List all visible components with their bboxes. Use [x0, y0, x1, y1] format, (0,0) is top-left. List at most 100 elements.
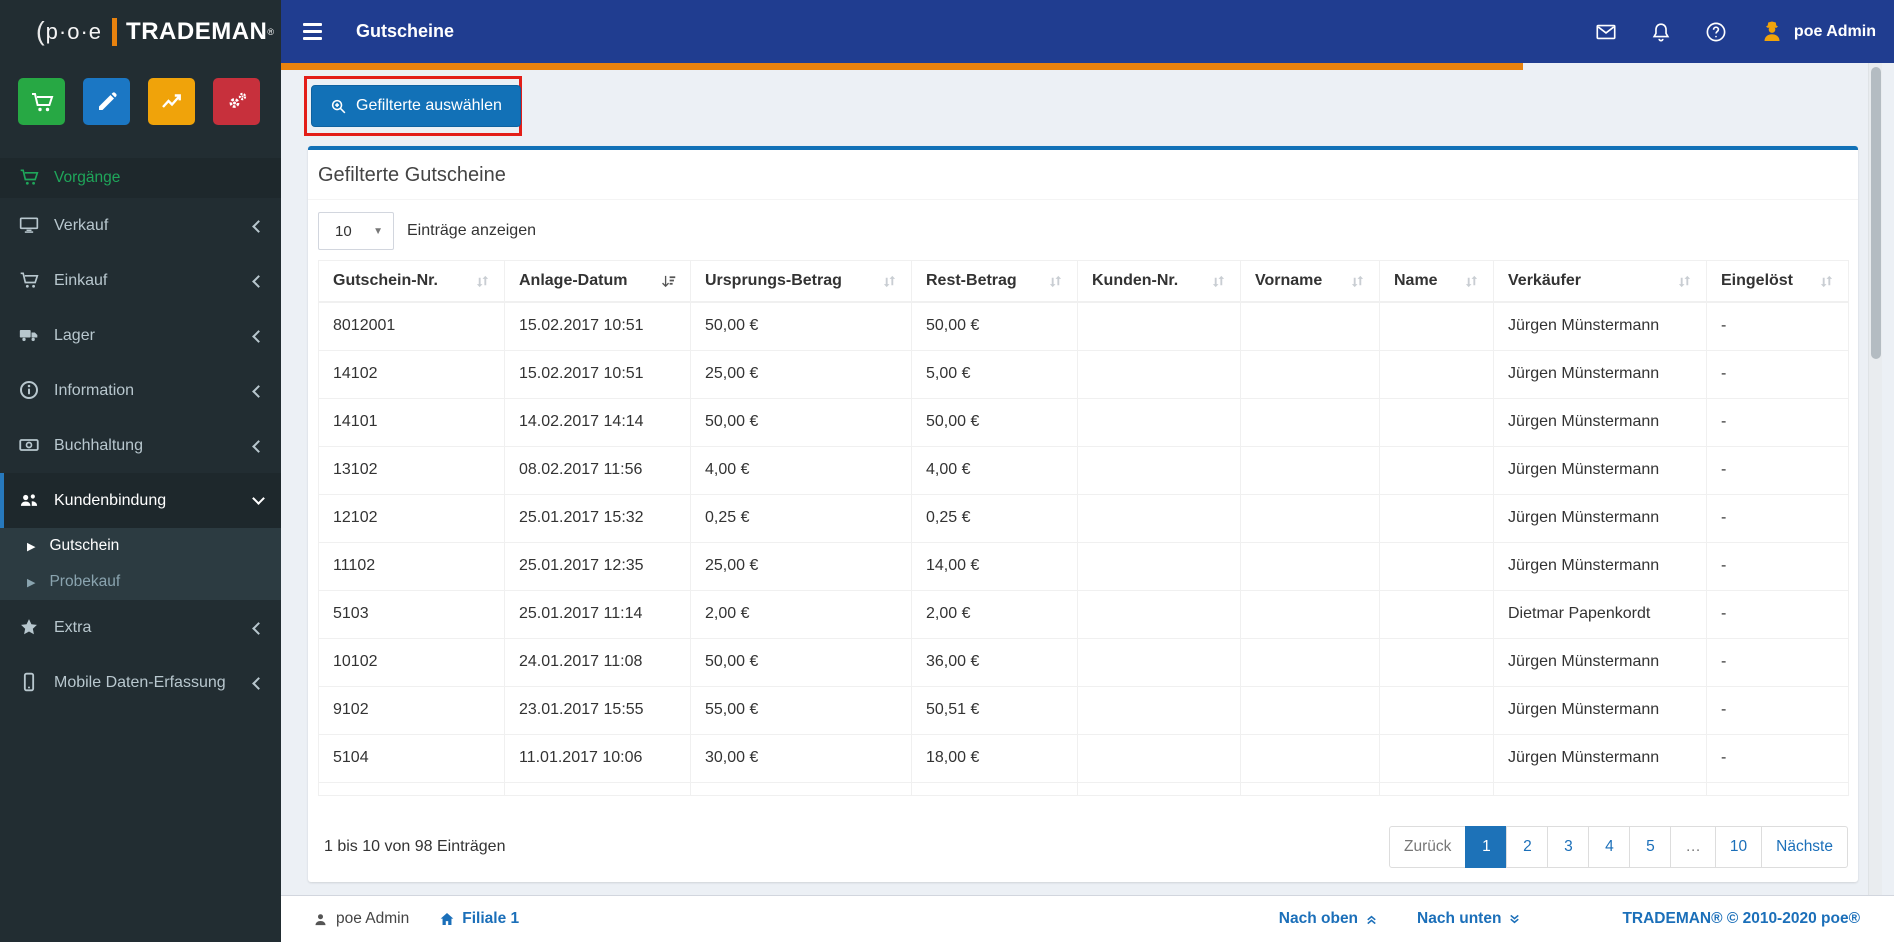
angle-double-up-icon — [1364, 912, 1379, 927]
messages-button[interactable] — [1595, 21, 1617, 43]
cell-seller: Jürgen Münstermann — [1493, 637, 1707, 687]
pagination: Zurück 1 2 3 4 5 … 10 Nächste — [1389, 825, 1848, 868]
filtered-vouchers-panel: Gefilterte Gutscheine 10 ▼ Einträge anze… — [308, 146, 1858, 882]
cell-first-name — [1240, 397, 1380, 447]
sidebar-item-mobile-daten-erfassung[interactable]: Mobile Daten-Erfassung — [0, 655, 281, 710]
bell-icon — [1650, 21, 1672, 43]
quick-chart-button[interactable] — [148, 78, 195, 125]
logo-pipe — [112, 17, 118, 46]
cart-icon — [19, 270, 41, 292]
sidebar-item-kundenbindung[interactable]: Kundenbindung — [0, 473, 281, 528]
quick-cart-button[interactable] — [18, 78, 65, 125]
entries-per-page-value: 10 — [335, 222, 352, 240]
quick-settings-button[interactable] — [213, 78, 260, 125]
quick-edit-button[interactable] — [83, 78, 130, 125]
pagination-page-button[interactable]: 3 — [1547, 825, 1590, 868]
cell-remaining-amount: 14,00 € — [911, 541, 1078, 591]
vertical-scrollbar[interactable] — [1868, 63, 1882, 895]
cell-customer-no — [1077, 349, 1241, 399]
cell-last-name — [1379, 493, 1494, 543]
sort-icon — [1350, 274, 1365, 289]
cell-remaining-amount: 36,00 € — [911, 637, 1078, 687]
sort-icon — [1211, 274, 1226, 289]
sidebar-item-extra[interactable]: Extra — [0, 600, 281, 655]
cart-icon — [19, 167, 41, 189]
app-logo[interactable]: (p·o·e TRADEMAN ® — [0, 0, 281, 63]
pagination-page-button[interactable]: 1 — [1465, 825, 1508, 868]
cell-seller: Jürgen Münstermann — [1493, 541, 1707, 591]
sidebar-item-buchhaltung[interactable]: Buchhaltung — [0, 418, 281, 473]
entries-per-page-label: Einträge anzeigen — [407, 222, 536, 239]
cell-remaining-amount: 2,00 € — [911, 589, 1078, 639]
sidebar-item-label: Kundenbindung — [54, 491, 167, 509]
sidebar-subitem-gutschein[interactable]: ▶ Gutschein — [0, 528, 281, 564]
column-header-name[interactable]: Name — [1379, 260, 1494, 303]
scrollbar-thumb[interactable] — [1871, 67, 1881, 359]
cell-first-name — [1240, 589, 1380, 639]
chevron-left-icon — [252, 220, 265, 233]
footer-user: poe Admin — [313, 910, 409, 928]
help-button[interactable] — [1705, 21, 1727, 43]
scroll-to-bottom-link[interactable]: Nach unten — [1417, 910, 1522, 928]
cell-seller: Jürgen Münstermann — [1493, 445, 1707, 495]
user-icon — [313, 912, 328, 927]
column-header-eingeloest[interactable]: Eingelöst — [1706, 260, 1849, 303]
sidebar-toggle-button[interactable] — [281, 0, 344, 63]
sidebar-subitem-probekauf[interactable]: ▶ Probekauf — [0, 564, 281, 600]
cell-redeemed: - — [1706, 685, 1849, 735]
cell-first-name — [1240, 445, 1380, 495]
cell-customer-no — [1077, 589, 1241, 639]
cell-last-name — [1379, 349, 1494, 399]
notifications-button[interactable] — [1650, 21, 1672, 43]
pagination-page-button[interactable]: 4 — [1588, 825, 1631, 868]
entries-per-page-select[interactable]: 10 ▼ — [318, 212, 394, 250]
sidebar-item-vorgaenge[interactable]: Vorgänge — [0, 158, 281, 198]
quick-buttons — [0, 63, 281, 140]
column-header-verkaeufer[interactable]: Verkäufer — [1493, 260, 1707, 303]
cell-created: 08.02.2017 11:56 — [504, 445, 691, 495]
sidebar-item-lager[interactable]: Lager — [0, 308, 281, 363]
column-header-kunden-nr[interactable]: Kunden-Nr. — [1077, 260, 1241, 303]
cell-created: 25.01.2017 12:35 — [504, 541, 691, 591]
top-navbar: Gutscheine poe Admin — [281, 0, 1894, 63]
column-header-vorname[interactable]: Vorname — [1240, 260, 1380, 303]
cell-redeemed: - — [1706, 349, 1849, 399]
pagination-next-button[interactable]: Nächste — [1761, 825, 1848, 868]
pagination-page-button[interactable]: 2 — [1506, 825, 1549, 868]
pagination-prev-button[interactable]: Zurück — [1389, 825, 1467, 868]
table-row: 14102 15.02.2017 10:51 25,00 €5,00 € Jürgen… — [318, 349, 1849, 399]
cell-original-amount: 55,00 € — [690, 685, 912, 735]
info-circle-icon — [19, 380, 41, 402]
sort-icon — [882, 274, 897, 289]
pagination-page-button[interactable]: 10 — [1714, 825, 1763, 868]
select-filtered-button[interactable]: Gefilterte auswählen — [311, 85, 521, 127]
table-row: 14101 14.02.2017 14:14 50,00 €50,00 € Jürge… — [318, 397, 1849, 447]
sidebar-item-label: Verkauf — [54, 216, 109, 234]
table-footer: 1 bis 10 von 98 Einträgen Zurück 1 2 3 4… — [318, 825, 1848, 868]
column-header-rest-betrag[interactable]: Rest-Betrag — [911, 260, 1078, 303]
chevron-down-icon — [252, 492, 265, 505]
cell-customer-no — [1077, 301, 1241, 351]
user-menu[interactable]: poe Admin — [1760, 20, 1876, 44]
footer-branch-link[interactable]: Filiale 1 — [439, 910, 519, 928]
column-header-gutschein-nr[interactable]: Gutschein-Nr. — [318, 260, 505, 303]
content-area: Gefilterte auswählen Gefilterte Gutschei… — [281, 63, 1894, 895]
column-header-anlage-datum[interactable]: Anlage-Datum — [504, 260, 691, 303]
logo-brand: TRADEMAN — [126, 17, 268, 45]
pagination-page-button[interactable]: 5 — [1629, 825, 1672, 868]
sort-icon — [1677, 274, 1692, 289]
sidebar-subitem-label: Gutschein — [49, 537, 120, 554]
sidebar-item-verkauf[interactable]: Verkauf — [0, 198, 281, 253]
cell-original-amount: 50,00 € — [690, 637, 912, 687]
column-header-ursprungs-betrag[interactable]: Ursprungs-Betrag — [690, 260, 912, 303]
page-footer: poe Admin Filiale 1 Nach oben Nach unten… — [281, 895, 1894, 942]
cell-remaining-amount: 4,00 € — [911, 445, 1078, 495]
vouchers-table: Gutschein-Nr. Anlage-Datum Ursprungs-Bet… — [318, 260, 1849, 796]
table-length-controls: 10 ▼ Einträge anzeigen — [318, 212, 1848, 250]
copyright-label: TRADEMAN® © 2010-2020 poe® — [1622, 910, 1860, 927]
scroll-to-top-link[interactable]: Nach oben — [1279, 910, 1379, 928]
cell-remaining-amount: 50,51 € — [911, 685, 1078, 735]
sidebar-item-information[interactable]: Information — [0, 363, 281, 418]
submenu-kundenbindung: ▶ Gutschein ▶ Probekauf — [0, 528, 281, 600]
sidebar-item-einkauf[interactable]: Einkauf — [0, 253, 281, 308]
